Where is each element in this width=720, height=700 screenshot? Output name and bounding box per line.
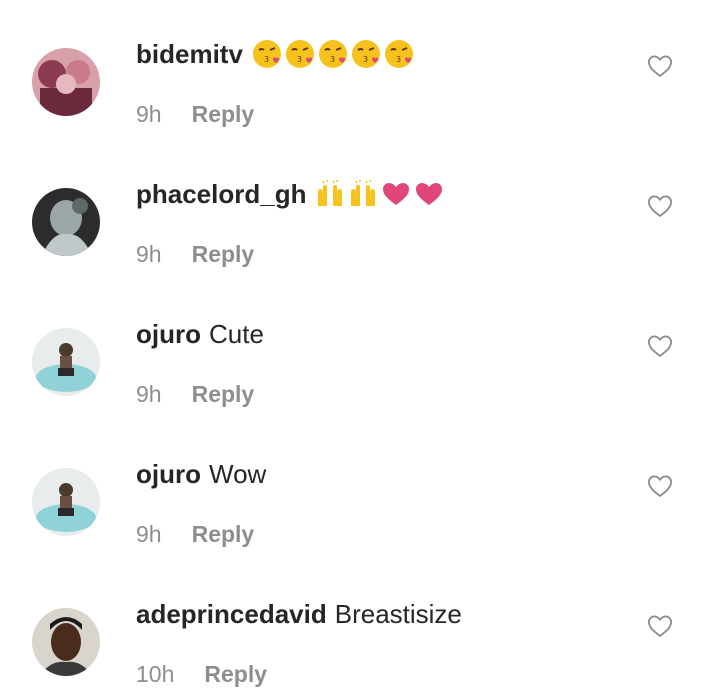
heart-outline-icon[interactable] <box>646 52 674 80</box>
comment-text: Breastisize <box>334 599 462 629</box>
timestamp: 9h <box>136 241 162 267</box>
kissing-heart-emoji-icon: 3 <box>384 40 413 68</box>
reply-button[interactable]: Reply <box>192 100 255 128</box>
heart-outline-icon[interactable] <box>646 192 674 220</box>
kissing-heart-emoji-icon: 3 <box>252 40 281 68</box>
username[interactable]: ojuro <box>136 318 201 350</box>
username[interactable]: adeprincedavid <box>136 598 327 630</box>
svg-text:3: 3 <box>297 55 302 64</box>
svg-text:3: 3 <box>396 55 401 64</box>
comment-emoji <box>314 178 445 210</box>
reply-button[interactable]: Reply <box>192 240 255 268</box>
comment-item: adeprincedavid Breastisize 10h Reply <box>0 560 720 700</box>
avatar[interactable] <box>32 188 100 256</box>
reply-button[interactable]: Reply <box>192 520 255 548</box>
svg-text:3: 3 <box>363 55 368 64</box>
svg-text:3: 3 <box>330 55 335 64</box>
avatar[interactable] <box>32 48 100 116</box>
heart-outline-icon[interactable] <box>646 472 674 500</box>
comment-item: bidemitv 3 3 3 3 3 9h Reply <box>0 0 720 140</box>
timestamp: 9h <box>136 521 162 547</box>
svg-text:3: 3 <box>264 55 269 64</box>
comment-emoji: 3 3 3 3 3 <box>251 38 415 70</box>
heart-outline-icon[interactable] <box>646 332 674 360</box>
red-heart-emoji-icon <box>383 183 410 205</box>
comment-item: phacelord_gh 9h Reply <box>0 140 720 280</box>
kissing-heart-emoji-icon: 3 <box>285 40 314 68</box>
timestamp: 10h <box>136 661 175 687</box>
red-heart-emoji-icon <box>416 183 443 205</box>
kissing-heart-emoji-icon: 3 <box>351 40 380 68</box>
avatar[interactable] <box>32 468 100 536</box>
reply-button[interactable]: Reply <box>204 660 267 688</box>
timestamp: 9h <box>136 101 162 127</box>
comment-text: Wow <box>209 459 267 489</box>
username[interactable]: ojuro <box>136 458 201 490</box>
username[interactable]: phacelord_gh <box>136 178 306 210</box>
reply-button[interactable]: Reply <box>192 380 255 408</box>
timestamp: 9h <box>136 381 162 407</box>
heart-outline-icon[interactable] <box>646 612 674 640</box>
kissing-heart-emoji-icon: 3 <box>318 40 347 68</box>
avatar[interactable] <box>32 608 100 676</box>
username[interactable]: bidemitv <box>136 38 243 70</box>
comment-item: ojuro Wow 9h Reply <box>0 420 720 560</box>
raising-hands-emoji-icon <box>351 180 376 206</box>
avatar[interactable] <box>32 328 100 396</box>
comment-text: Cute <box>209 319 264 349</box>
comment-item: ojuro Cute 9h Reply <box>0 280 720 420</box>
raising-hands-emoji-icon <box>318 180 343 206</box>
